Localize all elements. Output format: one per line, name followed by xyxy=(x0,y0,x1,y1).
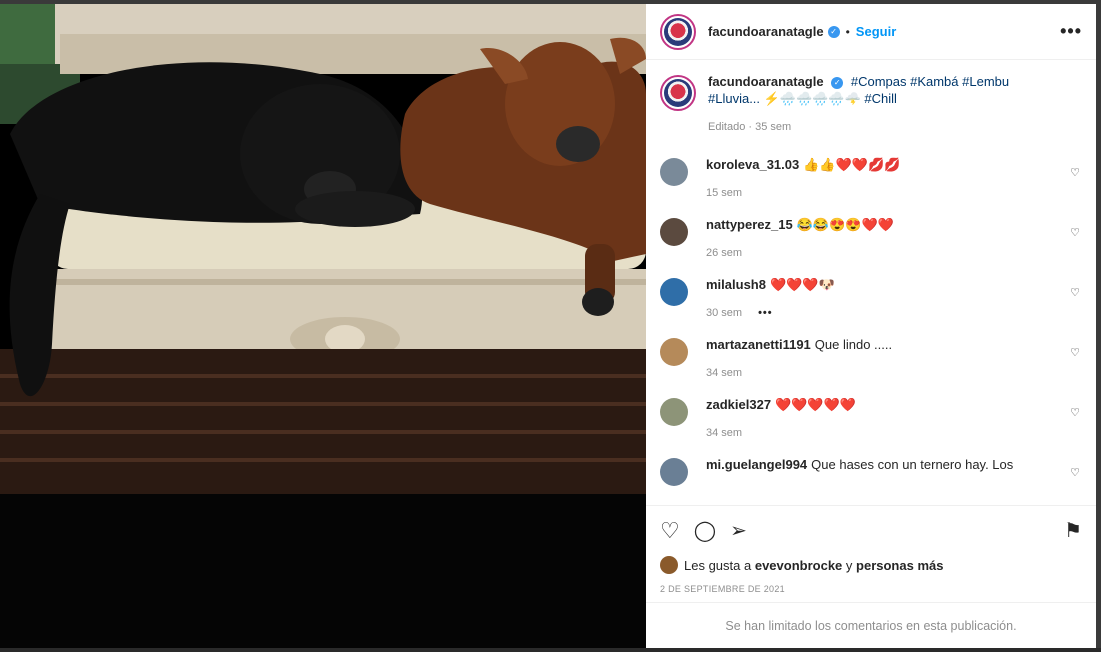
caption-avatar-image xyxy=(664,79,692,107)
comment-body: milalush8 ❤️❤️❤️🐶 30 sem ••• xyxy=(706,276,1056,322)
action-icons: ♡ ◯ ➢ ⚑ xyxy=(660,518,1082,544)
comment-like-heart-icon[interactable]: ♡ xyxy=(1070,466,1080,479)
caption-verified-badge-icon: ✓ xyxy=(831,76,844,89)
comment-body: martazanetti1191 Que lindo ..... 34 sem xyxy=(706,336,1056,382)
follow-button[interactable]: Seguir xyxy=(856,24,896,39)
likes-summary: Les gusta a evevonbrocke y personas más xyxy=(660,556,1082,574)
comment-username[interactable]: zadkiel327 xyxy=(706,397,771,412)
comment-meta: 26 sem xyxy=(706,245,1056,262)
comment-username[interactable]: milalush8 xyxy=(706,277,766,292)
comment-like-heart-icon[interactable]: ♡ xyxy=(1070,226,1080,239)
comment-text: ❤️❤️❤️❤️❤️ xyxy=(775,397,856,412)
comment-avatar[interactable] xyxy=(660,218,688,246)
comments-limited-notice: Se han limitado los comentarios en esta … xyxy=(646,602,1096,648)
likes-connector: y xyxy=(845,557,853,573)
comment-meta: 34 sem xyxy=(706,365,1056,382)
caption-meta-text: Editado · 35 sem xyxy=(708,121,792,133)
comment-username[interactable]: mi.guelangel994 xyxy=(706,457,807,472)
comment-time: 30 sem xyxy=(706,307,743,319)
comment-avatar[interactable] xyxy=(660,398,688,426)
comment-meta: 34 sem xyxy=(706,425,1056,442)
caption-username[interactable]: facundoaranatagle xyxy=(708,74,824,89)
comment-meta: 15 sem xyxy=(706,185,1056,202)
comment-row: zadkiel327 ❤️❤️❤️❤️❤️ 34 sem ♡ xyxy=(660,396,1082,442)
caption: facundoaranatagle ✓ #Compas #Kambá #Lemb… xyxy=(660,73,1082,136)
liker-avatar[interactable] xyxy=(660,556,678,574)
caption-avatar[interactable] xyxy=(660,75,696,111)
comment-more-options-icon[interactable]: ••• xyxy=(758,305,773,322)
comment-body: nattyperez_15 😂😂😍😍❤️❤️ 26 sem xyxy=(706,216,1056,262)
author-avatar-image xyxy=(664,17,692,46)
post-actions: ♡ ◯ ➢ ⚑ Les gusta a evevonbrocke y perso… xyxy=(646,505,1096,648)
caption-body: facundoaranatagle ✓ #Compas #Kambá #Lemb… xyxy=(708,73,1058,136)
comment-row: nattyperez_15 😂😂😍😍❤️❤️ 26 sem ♡ xyxy=(660,216,1082,262)
comment-like-heart-icon[interactable]: ♡ xyxy=(1070,346,1080,359)
post-header: facundoaranatagle ✓ • Seguir ••• xyxy=(646,4,1096,60)
comment-avatar[interactable] xyxy=(660,278,688,306)
like-heart-icon[interactable]: ♡ xyxy=(660,519,680,543)
comment-time: 26 sem xyxy=(706,247,743,259)
post-side-panel: facundoaranatagle ✓ • Seguir ••• facundo… xyxy=(646,4,1096,648)
likes-others-link[interactable]: personas más xyxy=(856,558,943,573)
comment-body: koroleva_31.03 👍👍❤️❤️💋💋 15 sem xyxy=(706,156,1056,202)
save-bookmark-icon[interactable]: ⚑ xyxy=(1064,519,1082,543)
author-username[interactable]: facundoaranatagle xyxy=(708,24,824,39)
comment-body: mi.guelangel994 Que hases con un ternero … xyxy=(706,456,1056,486)
author-avatar[interactable] xyxy=(660,13,696,50)
share-paper-plane-icon[interactable]: ➢ xyxy=(730,519,747,543)
comment-time: 15 sem xyxy=(706,187,743,199)
comment-username[interactable]: koroleva_31.03 xyxy=(706,157,799,172)
comment-username[interactable]: nattyperez_15 xyxy=(706,217,793,232)
comment-row: milalush8 ❤️❤️❤️🐶 30 sem ••• ♡ xyxy=(660,276,1082,322)
comment-like-heart-icon[interactable]: ♡ xyxy=(1070,286,1080,299)
comment-text: Que hases con un ternero hay. Los xyxy=(811,457,1014,472)
caption-meta: Editado · 35 sem xyxy=(708,119,1058,136)
separator-dot: • xyxy=(845,24,850,39)
more-options-icon[interactable]: ••• xyxy=(1060,21,1082,42)
likes-prefix: Les gusta a xyxy=(684,557,752,573)
comment-avatar[interactable] xyxy=(660,338,688,366)
comment-text: 👍👍❤️❤️💋💋 xyxy=(803,157,901,172)
verified-badge-icon: ✓ xyxy=(827,25,840,38)
comment-meta: 30 sem ••• xyxy=(706,305,1056,322)
comment-bubble-icon[interactable]: ◯ xyxy=(694,519,716,543)
comment-row: martazanetti1191 Que lindo ..... 34 sem ♡ xyxy=(660,336,1082,382)
comment-like-heart-icon[interactable]: ♡ xyxy=(1070,166,1080,179)
post-photo[interactable] xyxy=(0,4,646,652)
comment-time: 34 sem xyxy=(706,367,743,379)
comment-text: Que lindo ..... xyxy=(814,337,893,352)
comment-time: 34 sem xyxy=(706,427,743,439)
photo-dog-and-calf xyxy=(0,4,646,652)
liker-username[interactable]: evevonbrocke xyxy=(755,558,842,573)
comment-row: koroleva_31.03 👍👍❤️❤️💋💋 15 sem ♡ xyxy=(660,156,1082,202)
comment-avatar[interactable] xyxy=(660,458,688,486)
post-date: 2 DE SEPTIEMBRE DE 2021 xyxy=(660,584,785,594)
comments-list[interactable]: facundoaranatagle ✓ #Compas #Kambá #Lemb… xyxy=(646,61,1096,505)
comment-username[interactable]: martazanetti1191 xyxy=(706,337,811,352)
comment-like-heart-icon[interactable]: ♡ xyxy=(1070,406,1080,419)
background-strip xyxy=(0,648,1101,652)
comment-row: mi.guelangel994 Que hases con un ternero … xyxy=(660,456,1082,486)
comment-text: 😂😂😍😍❤️❤️ xyxy=(796,217,894,232)
comment-avatar[interactable] xyxy=(660,158,688,186)
comment-body: zadkiel327 ❤️❤️❤️❤️❤️ 34 sem xyxy=(706,396,1056,442)
comment-text: ❤️❤️❤️🐶 xyxy=(769,277,835,292)
instagram-post-window: facundoaranatagle ✓ • Seguir ••• facundo… xyxy=(0,0,1101,652)
